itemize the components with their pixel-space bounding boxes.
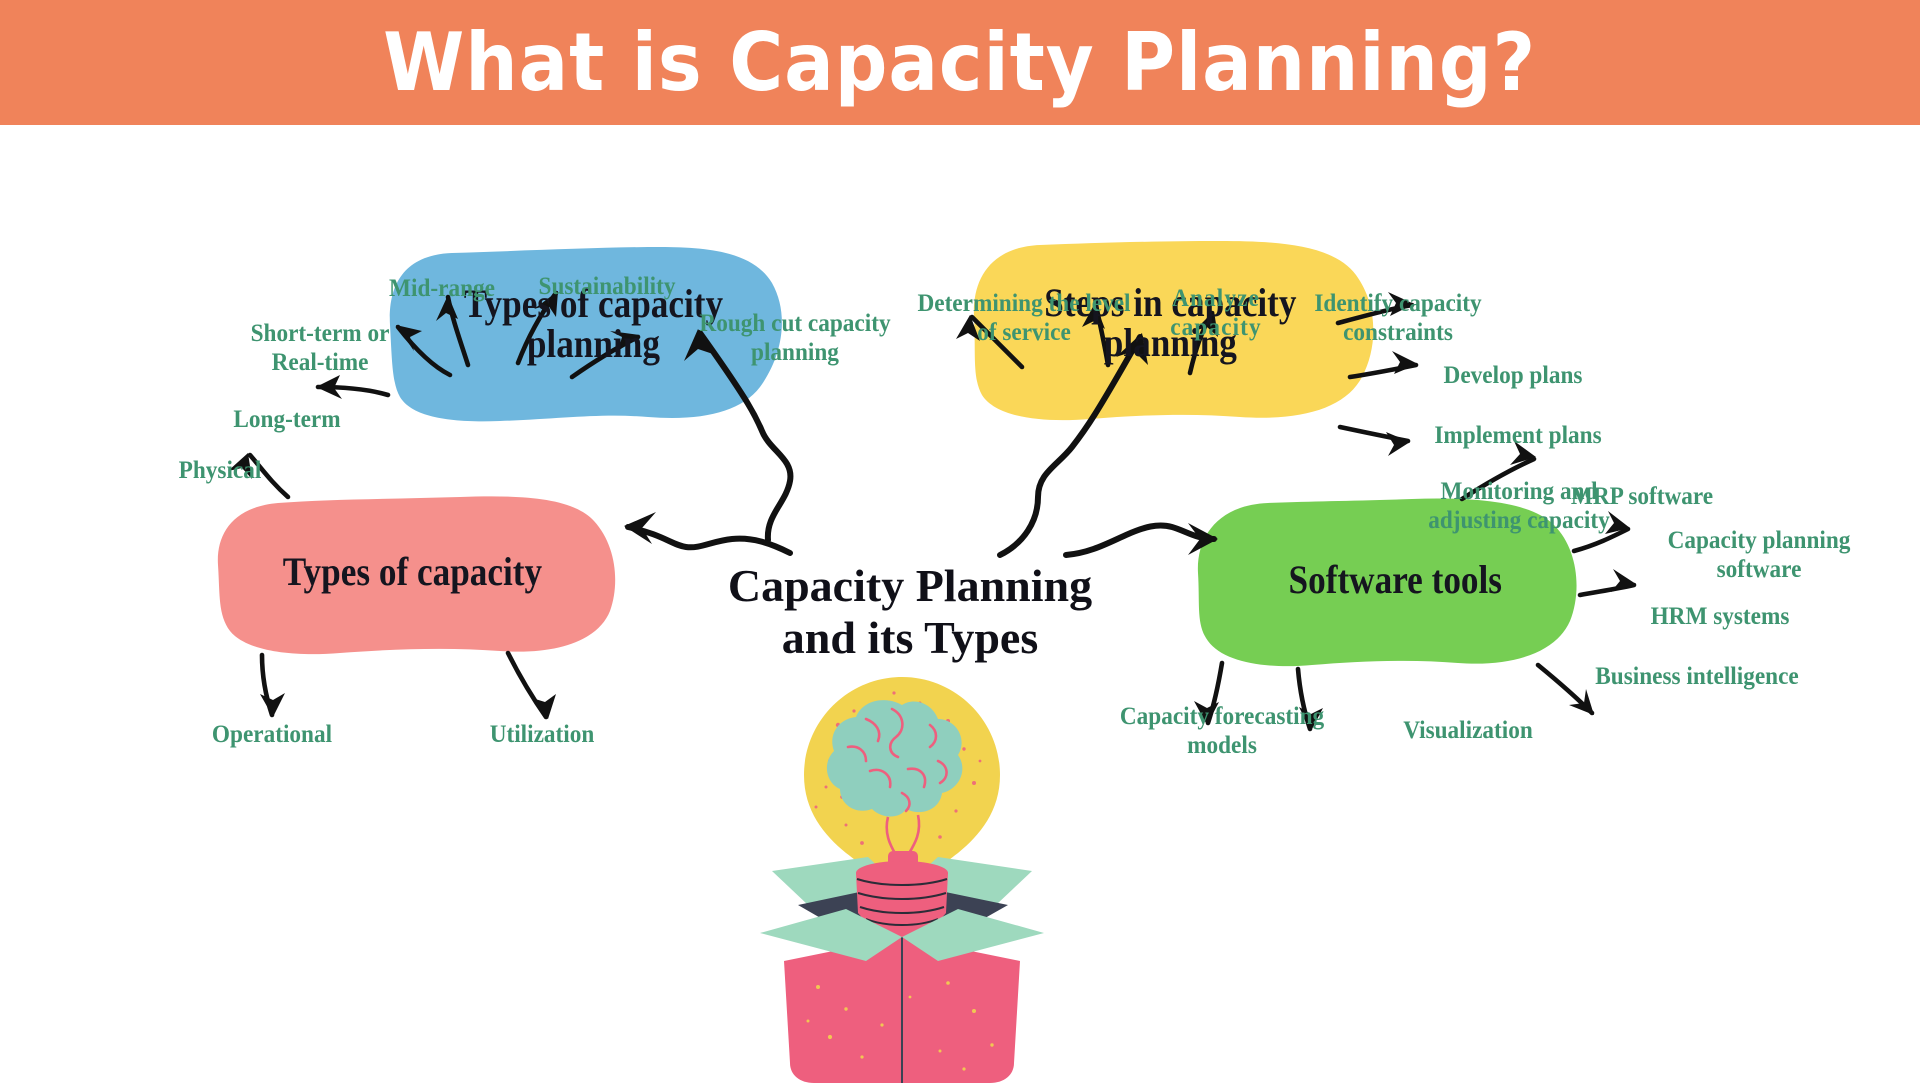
leaf-long-term: Long-term <box>217 406 357 435</box>
branch-node-types-of-capacity[interactable]: Types of capacity <box>216 507 608 637</box>
leaf-determining-the-level-of-service: Determining the level of service <box>914 290 1133 348</box>
leaf-line1: Physical <box>178 457 262 484</box>
leaf-line1: Sustainability <box>538 273 676 300</box>
leaf-rough-cut-capacity-planning: Rough cut capacity planning <box>697 310 892 368</box>
leaf-line1: Visualization <box>1403 717 1533 744</box>
page-title: What is Capacity Planning? <box>383 15 1537 109</box>
mindmap-canvas: Types of capacity planning Steps in capa… <box>0 125 1920 1083</box>
center-title-line2: and its Types <box>781 611 1039 663</box>
leaf-capacity-forecasting-models: Capacity forecasting models <box>1101 703 1343 761</box>
leaf-physical: Physical <box>155 457 285 486</box>
leaf-hrm-systems: HRM systems <box>1627 603 1813 632</box>
leaf-line2: constraints <box>1343 318 1453 346</box>
page-header: What is Capacity Planning? <box>0 0 1920 125</box>
leaf-identify-capacity-constraints: Identify capacity constraints <box>1296 290 1501 348</box>
leaf-line1: Develop plans <box>1443 362 1583 389</box>
leaf-line1: Identify capacity <box>1314 290 1482 317</box>
lightbulb-brain-in-box-illustration <box>742 665 1062 1085</box>
leaf-develop-plans: Develop plans <box>1425 362 1602 391</box>
leaf-analyze-capacity: Analyze capacity <box>1145 285 1286 343</box>
leaf-implement-plans: Implement plans <box>1425 422 1611 451</box>
leaf-mid-range: Mid-range <box>377 275 507 304</box>
leaf-line1: Long-term <box>233 406 341 433</box>
leaf-line1: HRM systems <box>1650 603 1790 630</box>
leaf-line2: Real-time <box>271 348 369 376</box>
leaf-line1: Capacity forecasting <box>1119 703 1325 730</box>
leaf-line1: Short-term or <box>250 320 390 347</box>
leaf-line1: Implement plans <box>1434 422 1602 449</box>
leaf-line1: Mid-range <box>389 275 495 302</box>
leaf-business-intelligence: Business intelligence <box>1571 663 1822 692</box>
leaf-line2: software <box>1716 555 1802 583</box>
arrowhead-center-to-pink <box>624 512 656 544</box>
leaf-line1: MRP software <box>1570 483 1714 510</box>
leaf-line1: Operational <box>211 721 333 748</box>
arrowhead-operational <box>260 693 285 717</box>
center-topic-title: Capacity Planning and its Types <box>700 560 1120 663</box>
leaf-line1: Analyze <box>1172 285 1260 312</box>
illustration-svg <box>760 677 1044 1083</box>
branch-label-line2: planning <box>526 321 660 366</box>
arrowhead-implement-plans <box>1392 351 1418 374</box>
leaf-line1: Business intelligence <box>1595 663 1799 690</box>
branch-node-label: Software tools <box>1288 557 1503 602</box>
leaf-line2: of service <box>977 318 1071 346</box>
leaf-line2: planning <box>751 338 839 366</box>
center-title-line1: Capacity Planning <box>727 560 1093 611</box>
leaf-operational: Operational <box>190 721 354 750</box>
leaf-line1: Determining the level <box>917 290 1131 317</box>
leaf-line1: Utilization <box>489 721 595 748</box>
leaf-visualization: Visualization <box>1375 717 1561 746</box>
leaf-utilization: Utilization <box>468 721 617 750</box>
branch-node-label: Types of capacity <box>282 549 542 594</box>
leaf-line2: capacity <box>1170 313 1262 341</box>
leaf-capacity-planning-software: Capacity planning software <box>1643 527 1876 585</box>
leaf-mrp-software: MRP software <box>1549 483 1735 512</box>
leaf-sustainability: Sustainability <box>519 273 696 302</box>
leaf-line2: models <box>1187 731 1257 759</box>
leaf-line1: Capacity planning <box>1667 527 1851 554</box>
leaf-short-term-or-real-time: Short-term or Real-time <box>229 320 411 378</box>
leaf-line1: Rough cut capacity <box>699 310 891 337</box>
arrowhead-monitoring <box>1386 432 1410 456</box>
